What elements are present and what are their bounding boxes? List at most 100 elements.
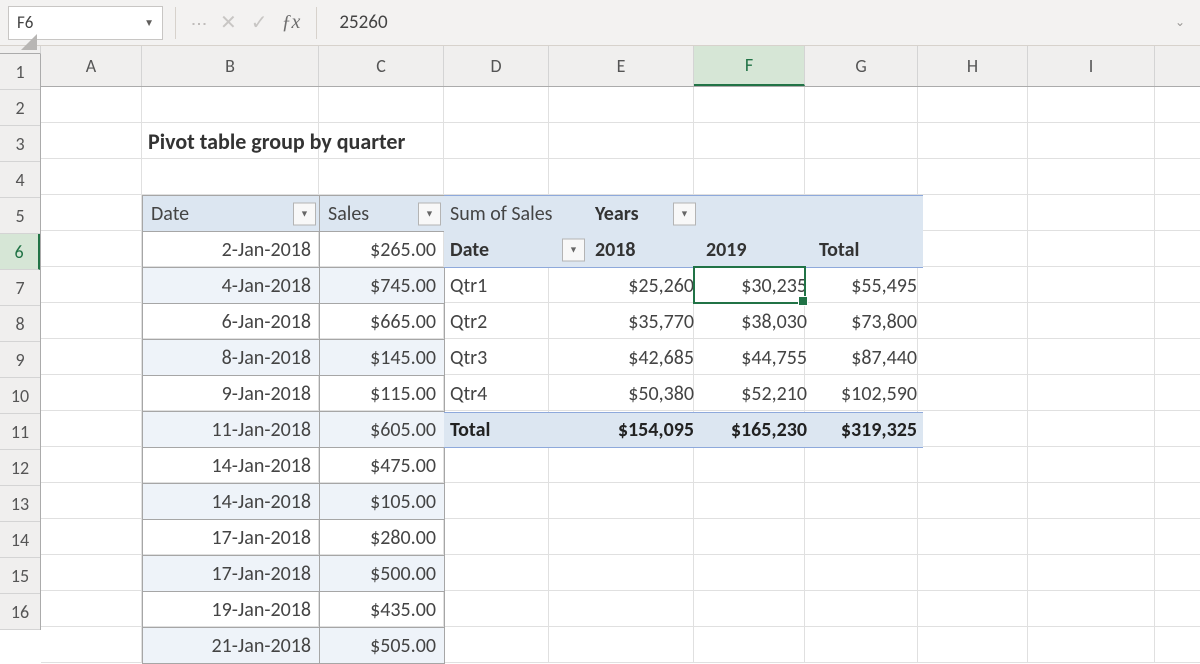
- filter-button[interactable]: [562, 239, 585, 262]
- row-header-2[interactable]: 2: [0, 90, 40, 126]
- filter-button[interactable]: [418, 202, 441, 225]
- cell-date[interactable]: 6-Jan-2018: [143, 304, 320, 340]
- table-row[interactable]: 14-Jan-2018$475.00: [143, 448, 445, 484]
- column-header-J[interactable]: J: [1155, 46, 1200, 86]
- pivot-blank: [813, 196, 923, 232]
- pivot-row-field[interactable]: Date: [444, 232, 589, 268]
- formula-bar-controls: ⋮ ✕ ✓ ƒx: [188, 10, 304, 35]
- table-row[interactable]: 8-Jan-2018$145.00: [143, 340, 445, 376]
- confirm-icon[interactable]: ✓: [251, 10, 268, 35]
- row-header-14[interactable]: 14: [0, 522, 40, 558]
- pivot-row-label: Qtr2: [444, 304, 589, 340]
- pivot-value: $55,495: [813, 268, 923, 304]
- pivot-row[interactable]: Qtr1$25,260$30,235$55,495: [444, 268, 923, 304]
- row-header-12[interactable]: 12: [0, 450, 40, 486]
- row-header-6[interactable]: 6: [0, 234, 40, 270]
- pivot-total-2019: $165,230: [700, 413, 813, 447]
- cell-date[interactable]: 11-Jan-2018: [143, 412, 320, 448]
- row-header-8[interactable]: 8: [0, 306, 40, 342]
- cell-date[interactable]: 14-Jan-2018: [143, 484, 320, 520]
- table-row[interactable]: 17-Jan-2018$500.00: [143, 556, 445, 592]
- pivot-col-total[interactable]: Total: [813, 232, 923, 268]
- row-header-10[interactable]: 10: [0, 378, 40, 414]
- row-header-13[interactable]: 13: [0, 486, 40, 522]
- cell-date[interactable]: 17-Jan-2018: [143, 556, 320, 592]
- cell-sales[interactable]: $500.00: [320, 556, 445, 592]
- pivot-value: $25,260: [589, 268, 700, 304]
- cell-date[interactable]: 14-Jan-2018: [143, 448, 320, 484]
- column-header-G[interactable]: G: [805, 46, 918, 86]
- cell-sales[interactable]: $435.00: [320, 592, 445, 628]
- data-table: Date Sales 2-Jan-2018$265.004-Jan-2018$7…: [142, 195, 445, 664]
- grip-icon: ⋮: [189, 16, 209, 30]
- row-header-11[interactable]: 11: [0, 414, 40, 450]
- cell-sales[interactable]: $505.00: [320, 628, 445, 664]
- cell-sales[interactable]: $745.00: [320, 268, 445, 304]
- column-header-D[interactable]: D: [444, 46, 549, 86]
- pivot-table: Sum of Sales Years Date 2018: [444, 195, 923, 448]
- grid[interactable]: Pivot table group by quarter Date Sales: [41, 87, 1200, 663]
- table-row[interactable]: 11-Jan-2018$605.00: [143, 412, 445, 448]
- column-header-A[interactable]: A: [41, 46, 142, 86]
- fx-icon[interactable]: ƒx: [282, 11, 301, 34]
- column-header-I[interactable]: I: [1028, 46, 1155, 86]
- row-header-5[interactable]: 5: [0, 198, 40, 234]
- formula-bar: F6 ▼ ⋮ ✕ ✓ ƒx 25260 ⌄: [0, 0, 1200, 46]
- column-header-H[interactable]: H: [918, 46, 1028, 86]
- filter-button[interactable]: [293, 202, 316, 225]
- filter-button[interactable]: [673, 203, 696, 226]
- cell-date[interactable]: 4-Jan-2018: [143, 268, 320, 304]
- column-header-F[interactable]: F: [694, 46, 805, 86]
- pivot-value: $52,210: [700, 376, 813, 412]
- pivot-row[interactable]: Qtr4$50,380$52,210$102,590: [444, 376, 923, 412]
- pivot-row[interactable]: Qtr3$42,685$44,755$87,440: [444, 340, 923, 376]
- table-row[interactable]: 4-Jan-2018$745.00: [143, 268, 445, 304]
- table-row[interactable]: 6-Jan-2018$665.00: [143, 304, 445, 340]
- cancel-icon[interactable]: ✕: [220, 10, 237, 35]
- table-row[interactable]: 2-Jan-2018$265.00: [143, 232, 445, 268]
- cell-sales[interactable]: $665.00: [320, 304, 445, 340]
- expand-formula-bar-icon[interactable]: ⌄: [1168, 15, 1192, 30]
- row-header-3[interactable]: 3: [0, 126, 40, 162]
- table-row[interactable]: 14-Jan-2018$105.00: [143, 484, 445, 520]
- row-header-7[interactable]: 7: [0, 270, 40, 306]
- row-header-9[interactable]: 9: [0, 342, 40, 378]
- pivot-row[interactable]: Qtr2$35,770$38,030$73,800: [444, 304, 923, 340]
- column-header-C[interactable]: C: [319, 46, 444, 86]
- column-header-E[interactable]: E: [549, 46, 694, 86]
- column-header-B[interactable]: B: [142, 46, 319, 86]
- cell-sales[interactable]: $265.00: [320, 232, 445, 268]
- cell-date[interactable]: 19-Jan-2018: [143, 592, 320, 628]
- data-table-header-sales[interactable]: Sales: [320, 196, 445, 232]
- cell-sales[interactable]: $115.00: [320, 376, 445, 412]
- table-row[interactable]: 9-Jan-2018$115.00: [143, 376, 445, 412]
- cell-sales[interactable]: $105.00: [320, 484, 445, 520]
- cell-date[interactable]: 17-Jan-2018: [143, 520, 320, 556]
- pivot-col-2019[interactable]: 2019: [700, 232, 813, 268]
- cell-sales[interactable]: $145.00: [320, 340, 445, 376]
- cell-date[interactable]: 9-Jan-2018: [143, 376, 320, 412]
- divider: [316, 7, 317, 39]
- cell-sales[interactable]: $280.00: [320, 520, 445, 556]
- formula-bar-value[interactable]: 25260: [329, 11, 1162, 34]
- cell-date[interactable]: 21-Jan-2018: [143, 628, 320, 664]
- sheet-area: 12345678910111213141516 ABCDEFGHIJ Pivot…: [0, 46, 1200, 630]
- row-header-1[interactable]: 1: [0, 54, 40, 90]
- data-table-header-date[interactable]: Date: [143, 196, 320, 232]
- cell-date[interactable]: 2-Jan-2018: [143, 232, 320, 268]
- cell-sales[interactable]: $605.00: [320, 412, 445, 448]
- table-row[interactable]: 17-Jan-2018$280.00: [143, 520, 445, 556]
- pivot-row-label: Qtr3: [444, 340, 589, 376]
- select-all-corner[interactable]: [0, 46, 41, 54]
- cell-sales[interactable]: $475.00: [320, 448, 445, 484]
- row-header-15[interactable]: 15: [0, 558, 40, 594]
- row-header-16[interactable]: 16: [0, 594, 40, 630]
- pivot-column-field[interactable]: Years: [589, 196, 700, 232]
- row-header-4[interactable]: 4: [0, 162, 40, 198]
- pivot-blank: [700, 196, 813, 232]
- chevron-down-icon[interactable]: ▼: [144, 16, 154, 29]
- table-row[interactable]: 21-Jan-2018$505.00: [143, 628, 445, 664]
- table-row[interactable]: 19-Jan-2018$435.00: [143, 592, 445, 628]
- cell-date[interactable]: 8-Jan-2018: [143, 340, 320, 376]
- pivot-col-2018[interactable]: 2018: [589, 232, 700, 268]
